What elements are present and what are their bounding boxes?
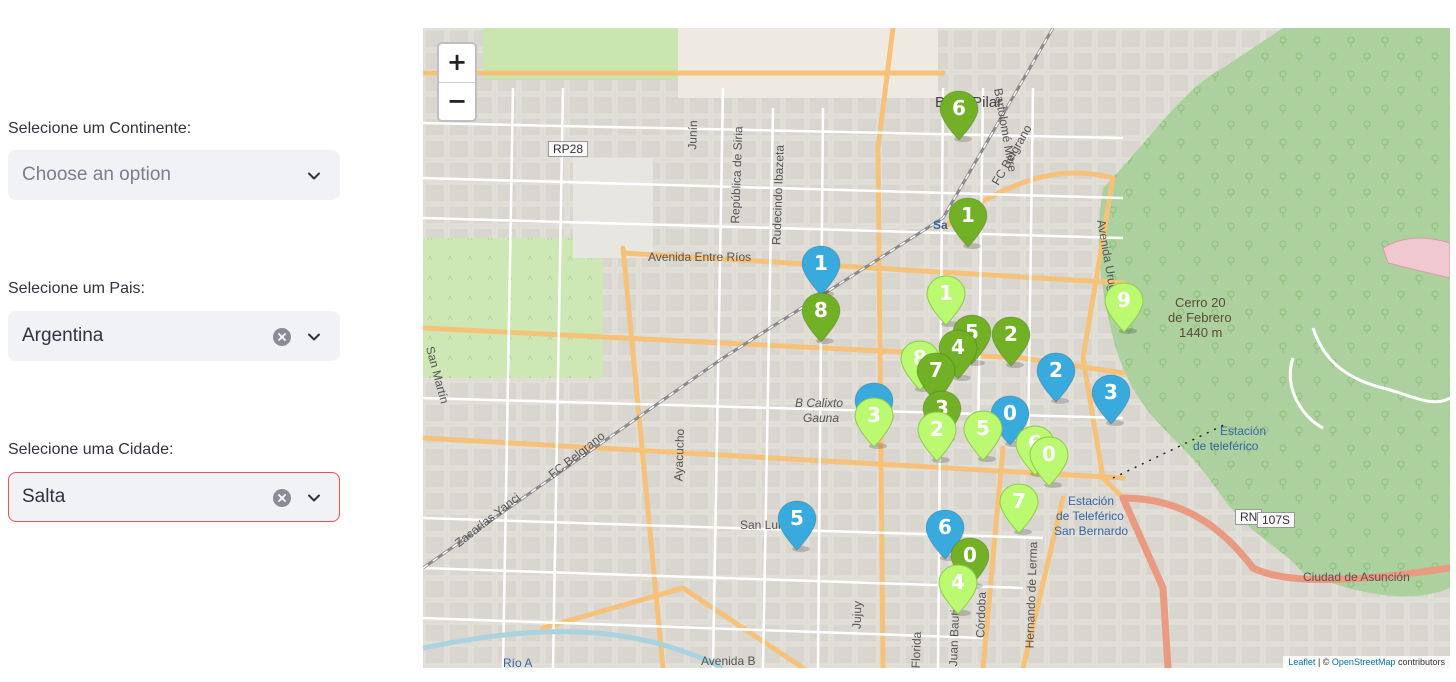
map-marker[interactable]: 6 <box>939 90 979 142</box>
map-label-asuncion: Ciudad de Asunción <box>1303 570 1410 584</box>
map-marker[interactable]: 2 <box>917 411 957 463</box>
map-label-jujuy: Jujuy <box>849 600 865 630</box>
map-marker-number: 3 <box>867 403 881 427</box>
city-select[interactable]: Salta <box>8 472 340 522</box>
map-label-entre-rios: Avenida Entre Ríos <box>648 250 752 264</box>
clear-icon[interactable] <box>273 328 291 346</box>
zoom-control: + − <box>437 42 477 122</box>
map-marker-number: 6 <box>952 96 966 120</box>
map-marker-number: 0 <box>1042 442 1056 466</box>
map-marker-number: 3 <box>1104 380 1118 404</box>
map-label-estacion-sb: Estación <box>1068 494 1115 508</box>
chevron-down-icon[interactable] <box>307 491 321 505</box>
map-marker-number: 1 <box>814 251 828 275</box>
map-marker-number: 9 <box>1117 288 1131 312</box>
zoom-out-button[interactable]: − <box>439 83 475 121</box>
map-label-calixto: B Calixto <box>795 396 844 410</box>
map-marker[interactable]: 4 <box>938 564 978 616</box>
map-marker[interactable]: 9 <box>1104 282 1144 334</box>
country-label: Selecione um Pais: <box>8 280 145 297</box>
map[interactable]: Bº El Pilar RP28 Avenida Entre Ríos Cerr… <box>423 28 1450 668</box>
map-marker[interactable]: 8 <box>801 292 841 344</box>
map-marker-number: 2 <box>930 417 944 441</box>
map-marker-number: 7 <box>1012 489 1026 513</box>
continent-select-value: Choose an option <box>22 164 171 185</box>
chevron-down-icon[interactable] <box>307 169 321 183</box>
map-label-estacion-sb-3: San Bernardo <box>1054 524 1129 538</box>
map-label-florida: Florida <box>908 631 924 668</box>
map-marker[interactable]: 1 <box>801 245 841 297</box>
country-select-value: Argentina <box>22 325 104 346</box>
city-label: Selecione uma Cidade: <box>8 441 174 458</box>
map-marker[interactable]: 3 <box>1091 374 1131 426</box>
map-label-estacion-tel: Estación <box>1220 424 1267 438</box>
map-label-estacion-tel-2: de teleférico <box>1193 439 1259 453</box>
map-marker-number: 4 <box>951 570 965 594</box>
map-attribution: Leaflet | © OpenStreetMap contributors <box>1283 656 1450 668</box>
sidebar: Selecione um Continente: Choose an optio… <box>0 0 360 682</box>
map-label-107s: 107S <box>1257 512 1296 528</box>
leaflet-link[interactable]: Leaflet <box>1288 657 1315 667</box>
map-marker[interactable]: 1 <box>948 197 988 249</box>
city-select-value: Salta <box>22 486 66 507</box>
osm-link[interactable]: OpenStreetMap <box>1332 657 1396 667</box>
map-marker[interactable]: 2 <box>991 316 1031 368</box>
map-marker-number: 5 <box>976 416 990 440</box>
attribution-separator: | © <box>1315 657 1332 667</box>
map-label-cerro-3: 1440 m <box>1179 325 1223 340</box>
map-label-salta: Sa <box>933 218 948 232</box>
map-marker[interactable]: 2 <box>1036 352 1076 404</box>
map-label-rio: Río A <box>503 656 533 668</box>
map-marker[interactable]: 7 <box>999 483 1039 535</box>
map-marker-number: 5 <box>790 506 804 530</box>
map-marker[interactable]: 0 <box>1029 436 1069 488</box>
map-label-ayacucho: Ayacucho <box>671 428 688 482</box>
map-marker-number: 6 <box>938 515 952 539</box>
clear-icon[interactable] <box>273 489 291 507</box>
map-label-junin: Junín <box>685 120 701 150</box>
country-select[interactable]: Argentina <box>8 311 340 361</box>
attribution-contributors: contributors <box>1395 657 1445 667</box>
map-marker-number: 2 <box>1049 358 1063 382</box>
map-label-cerro: Cerro 20 <box>1175 295 1226 310</box>
map-label-rp28: RP28 <box>548 141 589 157</box>
continent-select[interactable]: Choose an option <box>8 150 340 200</box>
map-marker-number: 7 <box>929 358 943 382</box>
map-marker-number: 8 <box>814 298 828 322</box>
map-marker[interactable]: 3 <box>854 397 894 449</box>
map-marker[interactable]: 5 <box>963 410 1003 462</box>
chevron-down-icon[interactable] <box>307 330 321 344</box>
map-marker[interactable]: 5 <box>777 500 817 552</box>
map-marker-number: 2 <box>1004 322 1018 346</box>
map-marker-number: 1 <box>939 281 953 305</box>
map-label-estacion-sb-2: de Teleférico <box>1056 509 1124 523</box>
map-label-calixto-2: Gauna <box>803 411 840 425</box>
zoom-in-button[interactable]: + <box>439 44 475 83</box>
map-marker-number: 1 <box>961 203 975 227</box>
continent-label: Selecione um Continente: <box>8 120 192 137</box>
map-label-avenida-b: Avenida B <box>701 654 756 668</box>
map-label-cerro-2: de Febrero <box>1168 310 1232 325</box>
